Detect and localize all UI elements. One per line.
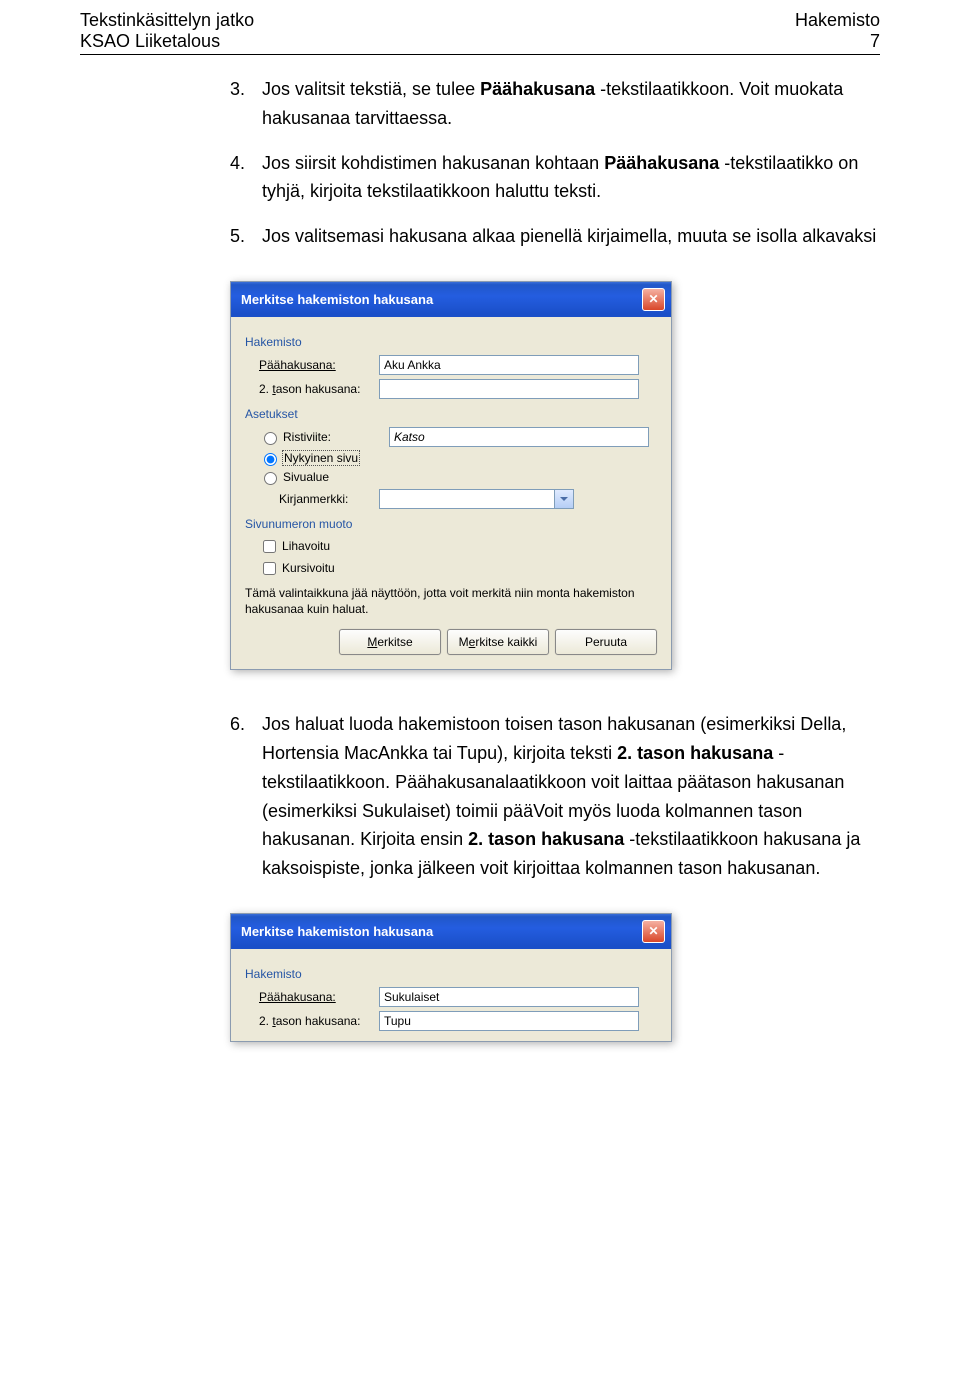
close-button[interactable]: ✕: [642, 288, 665, 311]
t5: Jos valitsemasi hakusana alkaa pienellä …: [262, 222, 880, 251]
list-num-4: 4.: [230, 149, 262, 207]
label-main-entry: Päähakusana:: [259, 358, 379, 372]
list-num-6: 6.: [230, 710, 262, 883]
t6b: 2. tason hakusana: [617, 743, 773, 763]
list-item-4: 4. Jos siirsit kohdistimen hakusanan koh…: [230, 149, 880, 207]
main-entry-input[interactable]: [379, 355, 639, 375]
mark-index-entry-dialog: Merkitse hakemiston hakusana ✕ Hakemisto…: [230, 281, 672, 670]
t4a: Jos siirsit kohdistimen hakusanan kohtaa…: [262, 153, 604, 173]
t3a: Jos valitsit tekstiä, se tulee: [262, 79, 480, 99]
mark-all-button[interactable]: Merkitse kaikki: [447, 629, 549, 655]
close-icon: ✕: [648, 292, 658, 306]
dialog2-titlebar: Merkitse hakemiston hakusana ✕: [231, 914, 671, 949]
label-second-entry-2: 2. tason hakusana:: [259, 1014, 379, 1028]
second-entry-input-2[interactable]: [379, 1011, 639, 1031]
dialog-title: Merkitse hakemiston hakusana: [241, 292, 433, 307]
label-page-range: Sivualue: [283, 470, 329, 484]
header-right-2: 7: [795, 31, 880, 52]
dialog2-title: Merkitse hakemiston hakusana: [241, 924, 433, 939]
second-entry-input[interactable]: [379, 379, 639, 399]
radio-page-range[interactable]: [264, 472, 277, 485]
radio-current-page[interactable]: [264, 453, 277, 466]
section-index: Hakemisto: [245, 335, 657, 349]
dialog-titlebar: Merkitse hakemiston hakusana ✕: [231, 282, 671, 317]
label-current-page: Nykyinen sivu: [283, 451, 359, 465]
radio-crossref[interactable]: [264, 432, 277, 445]
list-item-6: 6. Jos haluat luoda hakemistoon toisen t…: [230, 710, 880, 883]
crossref-input[interactable]: [389, 427, 649, 447]
list-item-5: 5. Jos valitsemasi hakusana alkaa pienel…: [230, 222, 880, 251]
bookmark-input[interactable]: [380, 490, 554, 508]
checkbox-bold[interactable]: [263, 540, 276, 553]
mark-button[interactable]: Merkitse: [339, 629, 441, 655]
list-item-3: 3. Jos valitsit tekstiä, se tulee Päähak…: [230, 75, 880, 133]
body-content: 3. Jos valitsit tekstiä, se tulee Päähak…: [80, 55, 880, 251]
t6d: 2. tason hakusana: [468, 829, 624, 849]
section-index-2: Hakemisto: [245, 967, 657, 981]
dialog-description: Tämä valintaikkuna jää näyttöön, jotta v…: [245, 586, 657, 617]
label-crossref: Ristiviite:: [283, 430, 389, 444]
close-icon-2: ✕: [648, 924, 658, 938]
t4b: Päähakusana: [604, 153, 719, 173]
label-second-entry: 2. tason hakusana:: [259, 382, 379, 396]
main-entry-input-2[interactable]: [379, 987, 639, 1007]
t3b: Päähakusana: [480, 79, 595, 99]
list-num-3: 3.: [230, 75, 262, 133]
close-button-2[interactable]: ✕: [642, 920, 665, 943]
header-right-1: Hakemisto: [795, 10, 880, 31]
cancel-button[interactable]: Peruuta: [555, 629, 657, 655]
page-header: Tekstinkäsittelyn jatko KSAO Liiketalous…: [80, 0, 880, 55]
label-bookmark: Kirjanmerkki:: [279, 492, 379, 506]
header-left-1: Tekstinkäsittelyn jatko: [80, 10, 254, 31]
chevron-down-icon: [560, 497, 568, 501]
mark-index-entry-dialog-2: Merkitse hakemiston hakusana ✕ Hakemisto…: [230, 913, 672, 1042]
label-main-entry-2: Päähakusana:: [259, 990, 379, 1004]
section-pagenum: Sivunumeron muoto: [245, 517, 657, 531]
header-left-2: KSAO Liiketalous: [80, 31, 254, 52]
checkbox-italic[interactable]: [263, 562, 276, 575]
bookmark-combo[interactable]: [379, 489, 574, 509]
label-bold: Lihavoitu: [282, 539, 330, 553]
label-italic: Kursivoitu: [282, 561, 335, 575]
combo-dropdown-button[interactable]: [554, 490, 573, 508]
section-settings: Asetukset: [245, 407, 657, 421]
list-num-5: 5.: [230, 222, 262, 251]
